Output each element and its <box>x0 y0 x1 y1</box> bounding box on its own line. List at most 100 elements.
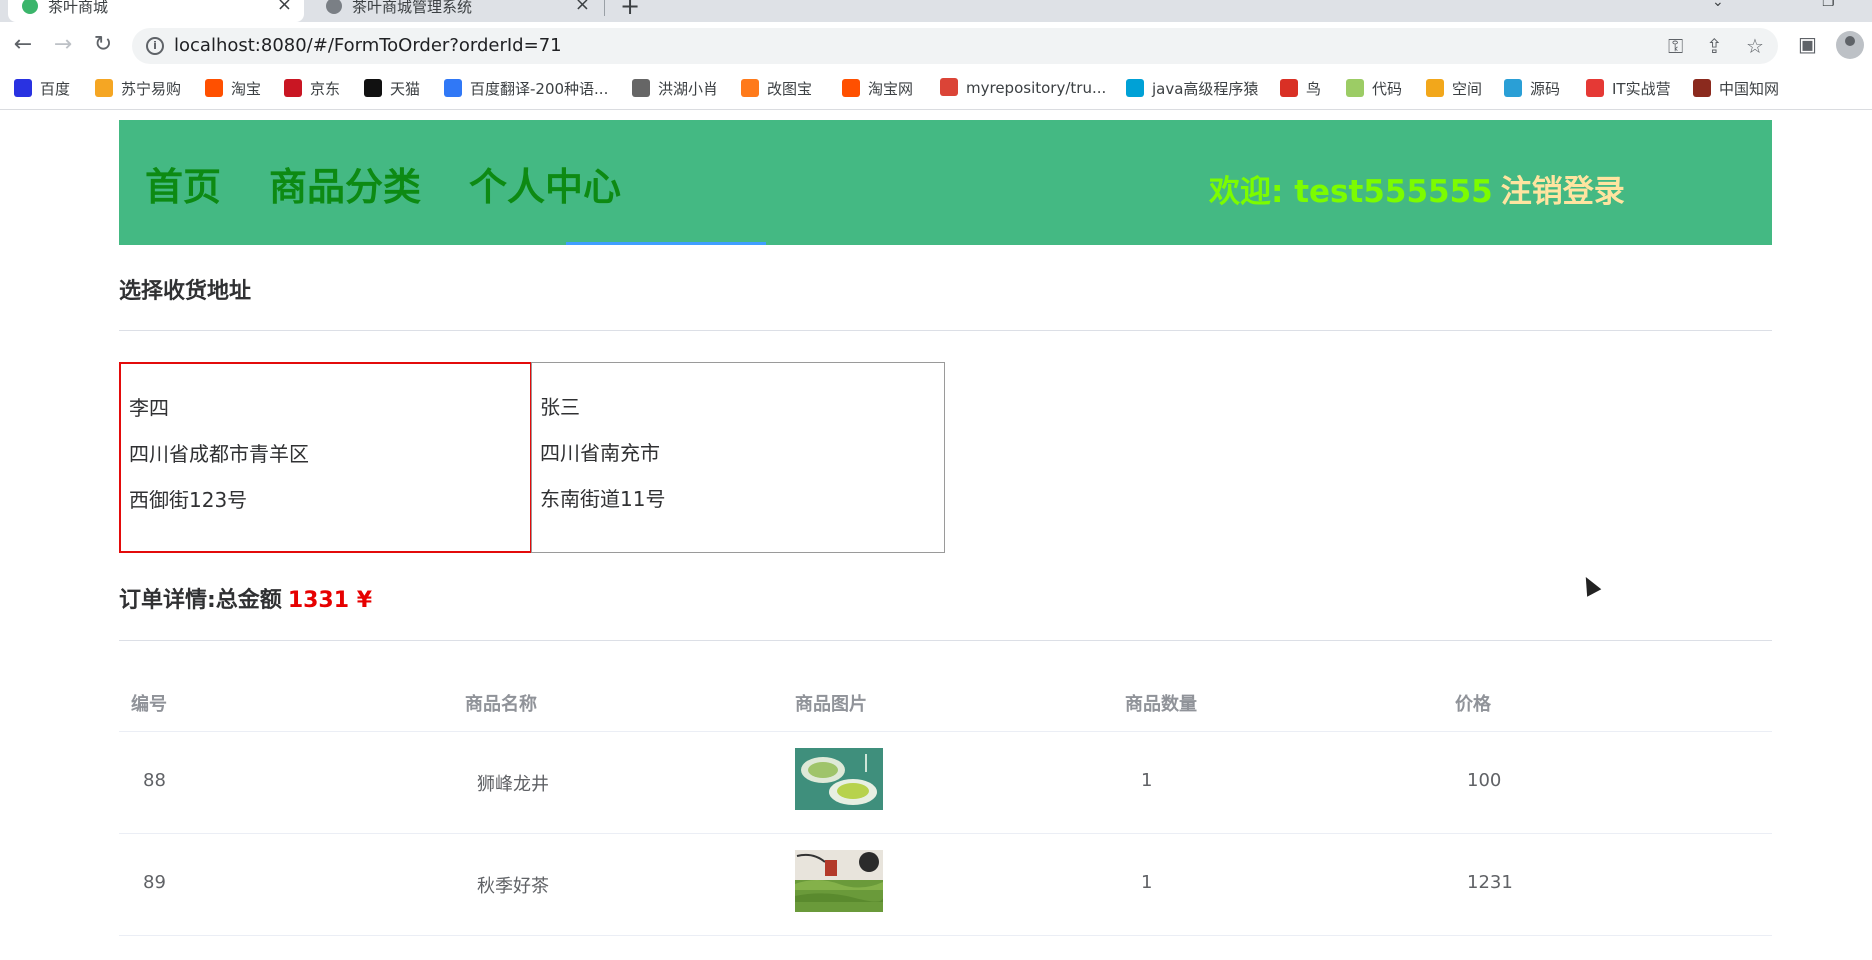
bookmark-item[interactable]: 改图宝 <box>741 78 812 102</box>
bookmark-item[interactable]: 源码 <box>1504 78 1560 102</box>
restore-window-icon[interactable]: ❐ <box>1822 0 1835 10</box>
taobao-icon <box>205 79 223 97</box>
bookmark-label: 源码 <box>1530 80 1561 98</box>
suning-lion-icon <box>95 79 113 97</box>
nav-personal-center[interactable]: 个人中心 <box>469 156 621 211</box>
bookmark-item[interactable]: 百度翻译-200种语... <box>444 78 608 102</box>
bookmark-item[interactable]: 代码 <box>1346 78 1402 102</box>
bookmark-item[interactable]: 天猫 <box>364 78 420 102</box>
share-icon[interactable]: ⇪ <box>1706 34 1723 58</box>
address-bar[interactable]: i localhost:8080/#/FormToOrder?orderId=7… <box>132 28 1778 64</box>
bookmark-item[interactable]: 洪湖小肖 <box>632 78 718 102</box>
close-icon[interactable]: × <box>575 0 590 15</box>
bird-icon <box>1280 79 1298 97</box>
table-row: 89 秋季好茶 1 1231 <box>119 834 1772 936</box>
address-line1: 四川省成都市青羊区 <box>129 442 309 466</box>
chevron-down-icon[interactable]: ⌄ <box>1712 0 1724 10</box>
bookmark-item[interactable]: 中国知网 <box>1693 78 1779 102</box>
url-text[interactable]: localhost:8080/#/FormToOrder?orderId=71 <box>174 35 562 56</box>
bookmark-label: 空间 <box>1452 80 1483 98</box>
column-header-id: 编号 <box>131 694 167 715</box>
bookmark-item[interactable]: 淘宝 <box>205 78 261 102</box>
bookmark-label: 百度翻译-200种语... <box>470 80 609 98</box>
bookmark-item[interactable]: 苏宁易购 <box>95 78 181 102</box>
table-row: 88 狮峰龙井 1 100 <box>119 732 1772 834</box>
gaitubao-icon <box>741 79 759 97</box>
browser-toolbar: ← → ↻ i localhost:8080/#/FormToOrder?ord… <box>0 22 1872 70</box>
cell-quantity: 1 <box>1141 770 1153 791</box>
star-icon[interactable]: ☆ <box>1746 34 1764 58</box>
cell-id: 89 <box>143 872 166 893</box>
cell-id: 88 <box>143 770 166 791</box>
nav-home[interactable]: 首页 <box>145 156 221 211</box>
tab-divider <box>604 0 605 16</box>
tmall-icon <box>364 79 382 97</box>
cell-quantity: 1 <box>1141 872 1153 893</box>
chrome-icon <box>940 78 958 96</box>
bilibili-icon <box>1126 79 1144 97</box>
mouse-cursor-icon <box>1578 573 1602 597</box>
profile-avatar-icon[interactable] <box>1836 31 1864 59</box>
bookmark-label: 淘宝 <box>231 80 262 98</box>
jd-icon <box>284 79 302 97</box>
taobao-icon <box>842 79 860 97</box>
logout-link[interactable]: 注销登录 <box>1501 174 1625 210</box>
globe-icon <box>326 0 342 14</box>
nav-category[interactable]: 商品分类 <box>269 156 421 211</box>
bookmark-label: java高级程序猿 <box>1152 80 1259 98</box>
bookmark-label: 京东 <box>310 80 341 98</box>
address-line2: 西御街123号 <box>129 488 248 512</box>
cell-price: 1231 <box>1467 872 1513 893</box>
bookmark-label: 鸟 <box>1306 80 1322 98</box>
forward-icon[interactable]: → <box>48 30 78 60</box>
bookmark-label: 洪湖小肖 <box>658 80 719 98</box>
tab-tea-admin[interactable]: 茶叶商城管理系统 × <box>312 0 602 22</box>
order-details-title: 订单详情:总金额 1331 ¥ <box>119 582 372 614</box>
address-line2: 东南街道11号 <box>540 487 666 511</box>
bookmark-item[interactable]: 空间 <box>1426 78 1482 102</box>
baidu-paw-icon <box>14 79 32 97</box>
address-line1: 四川省南充市 <box>540 441 660 465</box>
bookmark-item[interactable]: 百度 <box>14 78 70 102</box>
address-section-title: 选择收货地址 <box>119 279 252 304</box>
bookmark-item[interactable]: 京东 <box>284 78 340 102</box>
tea-leaf-icon <box>22 0 38 14</box>
tab-tea-mall[interactable]: 茶叶商城 × <box>8 0 304 22</box>
bookmark-item[interactable]: java高级程序猿 <box>1126 78 1258 102</box>
order-total-amount: 1331 ¥ <box>287 588 373 613</box>
bookmark-item[interactable]: 淘宝网 <box>842 78 913 102</box>
fish-icon <box>1504 79 1522 97</box>
bookmark-label: 代码 <box>1372 80 1403 98</box>
new-tab-icon[interactable]: + <box>620 0 640 20</box>
reload-icon[interactable]: ↻ <box>88 30 118 60</box>
bookmark-label: myrepository/tru... <box>966 79 1107 97</box>
code-icon <box>1346 79 1364 97</box>
longjing-tea-thumbnail <box>795 748 883 810</box>
user-welcome: 欢迎: test555555 注销登录 <box>1209 166 1625 211</box>
address-card-selected[interactable]: 李四 四川省成都市青羊区 西御街123号 <box>119 362 532 553</box>
cnki-icon <box>1693 79 1711 97</box>
key-icon[interactable]: ⚿ <box>1668 34 1683 58</box>
back-icon[interactable]: ← <box>8 30 38 60</box>
qzone-icon <box>1426 79 1444 97</box>
bookmark-label: IT实战营 <box>1612 80 1671 98</box>
tab-title: 茶叶商城管理系统 <box>352 0 473 16</box>
bookmark-item[interactable]: 鸟 <box>1280 78 1321 102</box>
column-header-price: 价格 <box>1455 694 1491 715</box>
bookmark-item[interactable]: IT实战营 <box>1586 78 1671 102</box>
tab-title: 茶叶商城 <box>48 0 109 16</box>
site-info-icon[interactable]: i <box>146 37 164 55</box>
close-icon[interactable]: × <box>277 0 292 15</box>
chrome-icon <box>1586 79 1604 97</box>
divider <box>119 640 1772 641</box>
cell-name: 狮峰龙井 <box>477 774 549 795</box>
side-panel-icon[interactable]: ▣ <box>1798 32 1817 56</box>
bookmarks-bar: 百度 苏宁易购 淘宝 京东 天猫 百度翻译-200种语... 洪湖小肖 改图宝 淘宝网 myrep… <box>0 70 1872 110</box>
address-name: 张三 <box>540 395 580 419</box>
bird-icon <box>632 79 650 97</box>
address-card[interactable]: 张三 四川省南充市 东南街道11号 <box>531 362 945 553</box>
bookmark-item[interactable]: myrepository/tru... <box>940 78 1106 102</box>
column-header-image: 商品图片 <box>795 694 867 715</box>
bookmark-label: 改图宝 <box>767 80 813 98</box>
autumn-tea-thumbnail <box>795 850 883 912</box>
